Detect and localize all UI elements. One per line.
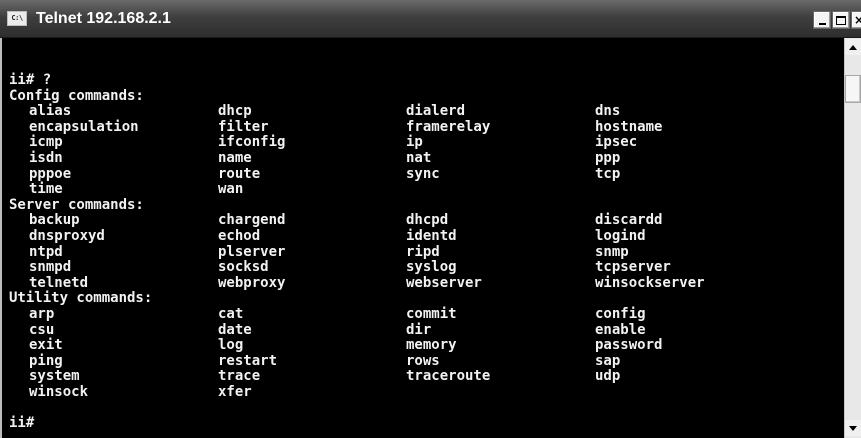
command-name: time xyxy=(29,181,63,198)
minimize-button[interactable] xyxy=(813,11,831,29)
command-name: exit xyxy=(29,337,63,354)
command-name: config xyxy=(595,305,646,322)
command-name: tcpserver xyxy=(595,259,671,276)
command-name: snmpd xyxy=(29,259,72,276)
command-name: sync xyxy=(406,165,440,182)
scroll-up-button[interactable] xyxy=(845,39,861,55)
command-name: hostname xyxy=(595,118,663,135)
scroll-thumb[interactable] xyxy=(845,75,861,103)
command-name: pppoe xyxy=(29,165,72,182)
command-name: dnsproxyd xyxy=(29,227,105,244)
command-name: csu xyxy=(29,321,55,338)
command-name: chargend xyxy=(218,212,286,229)
command-name: enable xyxy=(595,321,646,338)
command-name: sap xyxy=(595,352,621,369)
command-name: traceroute xyxy=(406,368,491,385)
command-name: filter xyxy=(218,118,269,135)
command-name: ifconfig xyxy=(218,134,286,151)
command-name: socksd xyxy=(218,259,269,276)
command-name: xfer xyxy=(218,383,252,400)
scroll-down-arrow-icon xyxy=(849,425,857,431)
command-name: isdn xyxy=(29,149,63,166)
command-name: alias xyxy=(29,103,72,120)
command-name: commit xyxy=(406,305,457,322)
close-button[interactable]: × xyxy=(851,11,861,29)
command-name: nat xyxy=(406,149,432,166)
command-name: log xyxy=(218,337,244,354)
command-name: dhcp xyxy=(218,103,252,120)
command-name: logind xyxy=(595,227,646,244)
command-name: system xyxy=(29,368,80,385)
section-header-text: Utility commands: xyxy=(9,290,153,307)
command-name: plserver xyxy=(218,243,286,260)
command-name: telnetd xyxy=(29,274,89,291)
command-name: syslog xyxy=(406,259,457,276)
command-name: dns xyxy=(595,103,621,120)
command-name: ping xyxy=(29,352,63,369)
command-name: webproxy xyxy=(218,274,286,291)
console-window-icon[interactable]: C:\ xyxy=(7,11,27,26)
command-name: cat xyxy=(218,305,244,322)
command-name: winsockserver xyxy=(595,274,705,291)
command-name: framerelay xyxy=(406,118,491,135)
command-name: wan xyxy=(218,181,244,198)
command-name: ntpd xyxy=(29,243,63,260)
command-name: discardd xyxy=(595,212,663,229)
close-icon: × xyxy=(854,13,861,27)
command-name: ppp xyxy=(595,149,621,166)
command-name: echod xyxy=(218,227,261,244)
command-name: ripd xyxy=(406,243,440,260)
command-name: icmp xyxy=(29,134,63,151)
command-name: memory xyxy=(406,337,457,354)
scroll-up-arrow-icon xyxy=(849,44,857,50)
command-name: snmp xyxy=(595,243,629,260)
minimize-icon xyxy=(818,23,826,25)
vertical-scrollbar[interactable] xyxy=(844,38,861,438)
console-window-icon-text: C:\ xyxy=(11,14,23,22)
command-name: identd xyxy=(406,227,457,244)
prompt-text: ii# ? xyxy=(9,72,52,88)
command-name: date xyxy=(218,321,252,338)
command-name: rows xyxy=(406,352,440,369)
terminal-console[interactable]: ii# ? Config commands: alias dhcp dialerd dns… xyxy=(0,38,844,438)
command-name: ip xyxy=(406,134,423,151)
command-name: dialerd xyxy=(406,103,466,120)
command-name: tcp xyxy=(595,165,621,182)
title-bar[interactable]: C:\ Telnet 192.168.2.1 × xyxy=(0,0,861,38)
section-header-text: Server commands: xyxy=(9,196,144,213)
command-name: winsock xyxy=(29,383,89,400)
command-name: encapsulation xyxy=(29,118,139,135)
command-name: password xyxy=(595,337,663,354)
section-header-text: Config commands: xyxy=(9,87,144,104)
prompt-text: ii# xyxy=(9,415,35,432)
command-name: route xyxy=(218,165,261,182)
command-name: restart xyxy=(218,352,278,369)
maximize-button[interactable] xyxy=(832,11,850,29)
command-name: backup xyxy=(29,212,80,229)
window-title: Telnet 192.168.2.1 xyxy=(36,10,171,27)
command-name: dhcpd xyxy=(406,212,449,229)
command-name: name xyxy=(218,149,252,166)
command-name: udp xyxy=(595,368,621,385)
command-name: dir xyxy=(406,321,432,338)
command-name: trace xyxy=(218,368,261,385)
command-name: ipsec xyxy=(595,134,638,151)
command-name: webserver xyxy=(406,274,482,291)
maximize-icon xyxy=(836,15,846,25)
command-name: arp xyxy=(29,305,55,322)
scroll-down-button[interactable] xyxy=(845,420,861,436)
